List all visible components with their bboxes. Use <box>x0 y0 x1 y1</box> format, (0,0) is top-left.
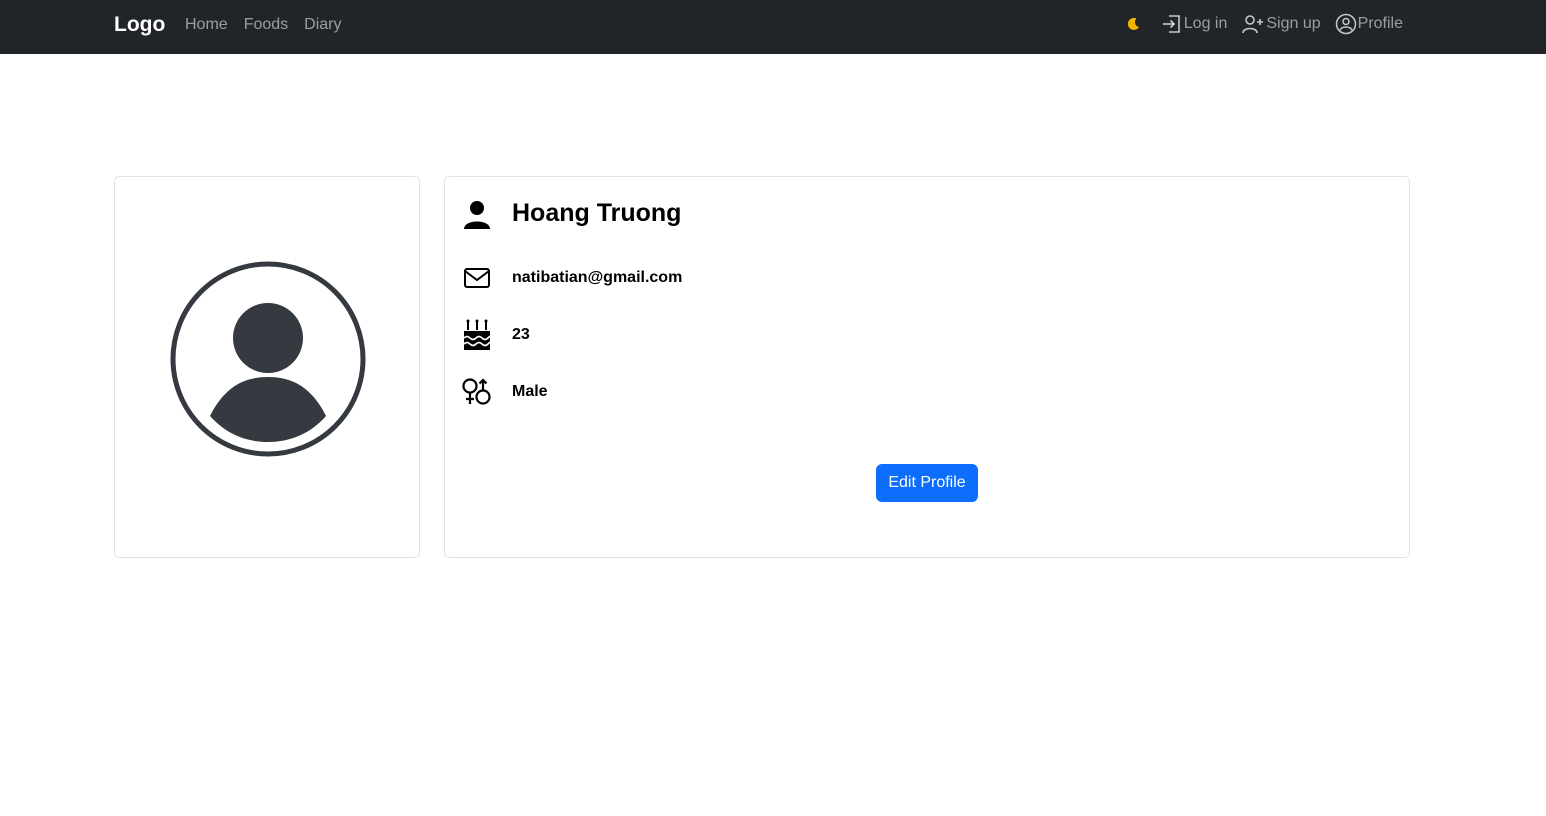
theme-toggle[interactable] <box>1125 16 1147 32</box>
email-row: natibatian@gmail.com <box>461 262 682 294</box>
login-icon <box>1162 15 1180 33</box>
login-link[interactable]: Log in <box>1161 13 1228 35</box>
person-circle-icon <box>1335 13 1356 35</box>
gender-icon <box>461 376 493 408</box>
brand-logo[interactable]: Logo <box>114 13 165 37</box>
gender-row: Male <box>461 376 548 408</box>
nav-actions: Log in Sign up Profile <box>1125 13 1403 35</box>
nav-link-diary[interactable]: Diary <box>304 16 341 34</box>
signup-link[interactable]: Sign up <box>1241 13 1321 35</box>
nav-link-home[interactable]: Home <box>185 16 228 34</box>
user-plus-icon <box>1242 15 1264 34</box>
edit-profile-button[interactable]: Edit Profile <box>876 464 978 502</box>
avatar-icon <box>170 261 366 457</box>
profile-link[interactable]: Profile <box>1335 13 1403 35</box>
navbar: Logo Home Foods Diary Log in Sign up Pro… <box>0 0 1546 54</box>
envelope-icon <box>461 262 493 294</box>
name-row: Hoang Truong <box>461 199 681 231</box>
profile-email: natibatian@gmail.com <box>512 269 683 286</box>
nav-link-foods[interactable]: Foods <box>244 16 288 34</box>
signup-label: Sign up <box>1266 15 1321 32</box>
login-label: Log in <box>1183 15 1228 32</box>
avatar-card <box>114 176 420 558</box>
profile-age: 23 <box>512 326 530 343</box>
age-row: 23 <box>461 319 530 351</box>
profile-name: Hoang Truong <box>512 198 682 227</box>
cake-icon <box>461 319 493 351</box>
profile-info-card: Hoang Truong natibatian@gmail.com 23 Mal… <box>444 176 1410 558</box>
moon-icon <box>1127 17 1139 30</box>
profile-gender: Male <box>512 383 548 400</box>
nav-links: Home Foods Diary <box>185 16 342 34</box>
person-icon <box>461 199 493 231</box>
profile-label: Profile <box>1357 15 1403 32</box>
